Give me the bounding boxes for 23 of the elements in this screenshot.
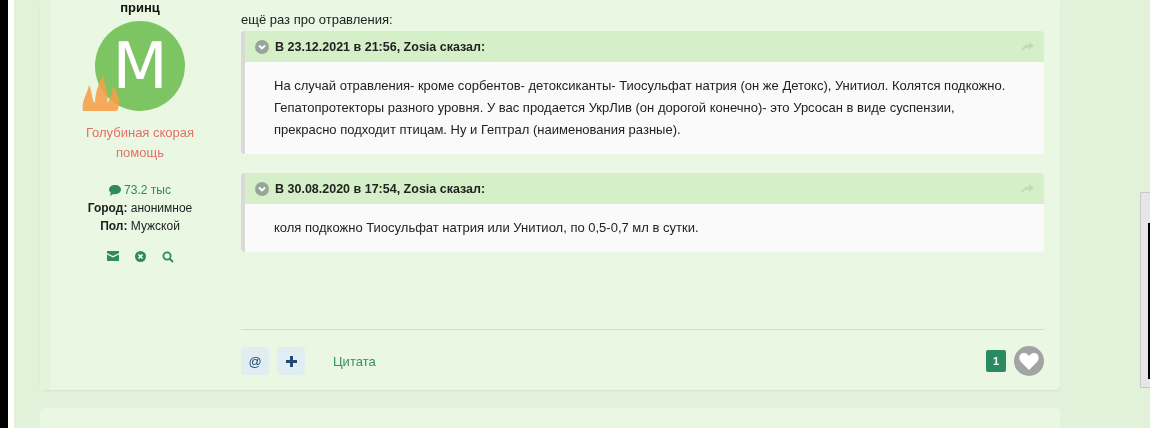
like-count: 1 [986,350,1006,373]
quote-link[interactable]: Цитата [333,353,376,369]
collapse-icon[interactable] [255,181,269,196]
message-count: 73.2 тыс [109,183,171,197]
heart-icon [1019,352,1039,371]
speech-bubble-icon [109,184,122,196]
collapse-icon[interactable] [255,39,269,54]
username[interactable]: принц [120,0,160,15]
quote-attribution: В 23.12.2021 в 21:56, Zosia сказал: [275,39,486,54]
close-icon[interactable] [134,251,146,262]
user-title: Голубиная скорая помощь [84,124,196,162]
post-text: ещё раз про отравления: [241,12,394,27]
envelope-icon[interactable] [106,251,119,261]
mention-button[interactable]: @ [241,347,269,376]
search-icon[interactable] [161,251,174,263]
plus-icon [285,355,297,367]
profile-field: Пол: Мужской [100,219,180,233]
quote-body: коля подкожно Тиосульфат натрия или Унитиол, по 0,5-0,7 мл в сутки. [245,204,1044,252]
add-button[interactable] [277,347,305,376]
profile-field: Город: анонимное [87,201,193,215]
quote-attribution: В 30.08.2020 в 17:54, Zosia сказал: [275,181,486,196]
like-button[interactable] [1014,346,1044,377]
quote-body: На случай отравления- кроме сорбентов- детоксиканты- Тиосульфат натрия (он же Детокс), Унитиол. Колятся подкожно. Гепатопротекторы разного уровня. У вас продается УкрЛив (он дорогой конечно)- это Урсосан в виде суспензии, прекрасно подходит птицам. Ну и Гептрал (наименования разные). [245,62,1044,154]
